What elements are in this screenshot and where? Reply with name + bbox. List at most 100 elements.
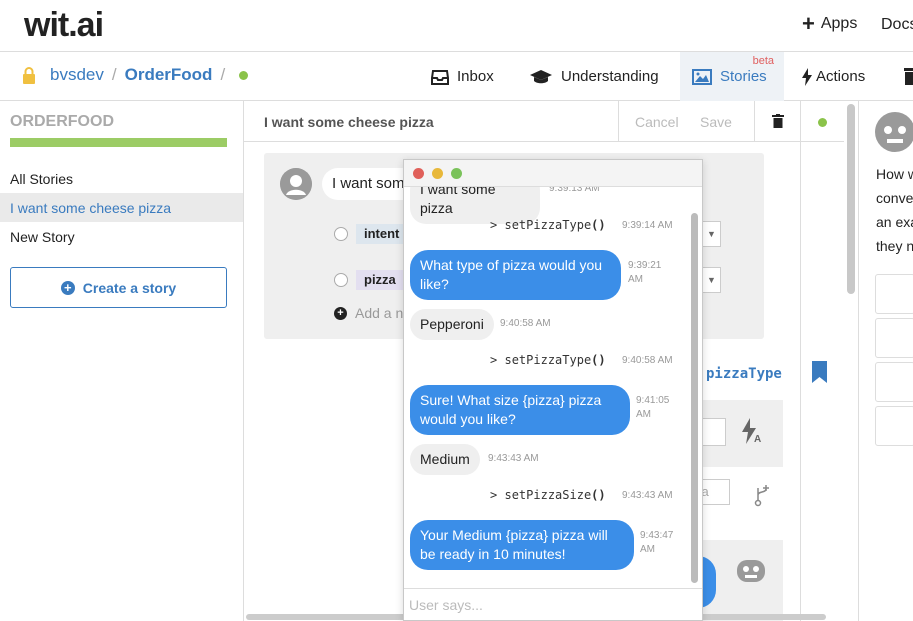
beta-badge: beta xyxy=(752,55,774,67)
entity-chip-intent[interactable]: intent xyxy=(356,224,408,244)
bolt-icon xyxy=(802,67,812,86)
minimize-window-icon[interactable] xyxy=(432,168,443,179)
help-text: How w conve an exa they n xyxy=(876,162,913,258)
cancel-button[interactable]: Cancel xyxy=(635,114,679,130)
maximize-window-icon[interactable] xyxy=(451,168,462,179)
user-avatar-icon xyxy=(280,168,312,200)
help-text-line: conve xyxy=(876,190,913,206)
action-name[interactable]: pizzaType xyxy=(706,366,782,382)
save-button[interactable]: Save xyxy=(700,114,732,130)
sidebar-title: ORDERFOOD xyxy=(10,113,114,130)
message-time: 9:40:58 AM xyxy=(500,318,551,329)
entity-radio[interactable] xyxy=(334,273,348,287)
trash-icon[interactable] xyxy=(904,68,913,85)
action-prefix: > xyxy=(490,218,498,232)
breadcrumb-app[interactable]: OrderFood xyxy=(125,65,213,85)
action-parens: () xyxy=(591,488,606,502)
bot-action: > setPizzaSize() xyxy=(490,488,606,502)
divider xyxy=(754,101,755,142)
graduation-cap-icon xyxy=(530,69,552,83)
apps-link[interactable]: + Apps xyxy=(802,11,858,36)
help-text-line: an exa xyxy=(876,214,913,230)
chat-scrollbar[interactable] xyxy=(691,213,698,583)
action-prefix: > xyxy=(490,353,498,367)
example-card[interactable] xyxy=(875,274,913,314)
chat-title-bar[interactable] xyxy=(404,160,702,187)
sidebar: ORDERFOOD All Stories I want some cheese… xyxy=(0,101,244,621)
action-function: setPizzaType xyxy=(504,218,592,232)
breadcrumb-separator: / xyxy=(220,65,226,84)
message-time: 9:43:43 AM xyxy=(622,490,673,501)
bot-message: Sure! What size {pizza} pizza would you … xyxy=(410,385,630,435)
example-card[interactable] xyxy=(875,406,913,446)
message-time: 9:39:14 AM xyxy=(622,220,673,231)
tab-stories-label: Stories xyxy=(720,68,767,85)
tab-inbox[interactable]: Inbox xyxy=(431,52,494,101)
example-card[interactable] xyxy=(875,362,913,402)
status-dot xyxy=(818,118,827,127)
entity-value-dropdown[interactable]: ▼ xyxy=(703,221,721,247)
close-window-icon[interactable] xyxy=(413,168,424,179)
apps-label: Apps xyxy=(820,15,858,32)
message-time: 9:39:21 AM xyxy=(628,260,662,285)
branch-icon[interactable] xyxy=(754,485,770,507)
delete-story-icon[interactable] xyxy=(772,114,784,128)
bot-message: Your Medium {pizza} pizza will be ready … xyxy=(410,520,634,570)
svg-text:A: A xyxy=(754,434,761,444)
action-function: setPizzaSize xyxy=(504,488,592,502)
action-prefix: > xyxy=(490,488,498,502)
bot-avatar-icon xyxy=(737,560,765,582)
action-function: setPizzaType xyxy=(504,353,592,367)
breadcrumb: bvsdev / OrderFood / xyxy=(22,65,249,85)
action-parens: () xyxy=(591,353,606,367)
sidebar-item-all-stories[interactable]: All Stories xyxy=(10,171,73,187)
status-dot xyxy=(239,70,249,80)
tab-stories[interactable]: Stories beta xyxy=(680,52,784,101)
create-story-button[interactable]: + Create a story xyxy=(10,267,227,308)
tab-actions-label: Actions xyxy=(816,68,866,85)
example-card[interactable] xyxy=(875,318,913,358)
inbox-icon xyxy=(431,69,449,85)
wit-logo[interactable]: wit.ai xyxy=(24,6,104,45)
top-bar: wit.ai + Apps Docs xyxy=(0,0,913,52)
app-nav-bar: bvsdev / OrderFood / Inbox Understanding… xyxy=(0,52,913,101)
lock-icon xyxy=(23,66,35,84)
sidebar-progress-bar xyxy=(10,138,227,147)
entity-value-dropdown[interactable]: ▼ xyxy=(703,267,721,293)
divider xyxy=(858,101,859,621)
entity-chip-pizza[interactable]: pizza xyxy=(356,270,404,290)
user-message: Medium xyxy=(410,444,480,475)
bot-message: What type of pizza would you like? xyxy=(410,250,621,300)
main-scrollbar[interactable] xyxy=(847,104,855,294)
user-message: Pepperoni xyxy=(410,309,494,340)
message-time: 9:43:43 AM xyxy=(488,453,539,464)
bot-action: > setPizzaType() xyxy=(490,353,606,367)
divider xyxy=(618,101,619,142)
plus-circle-icon: + xyxy=(60,280,75,295)
divider xyxy=(800,101,801,621)
breadcrumb-separator: / xyxy=(111,65,117,84)
create-story-label: Create a story xyxy=(82,279,177,296)
bookmark-icon[interactable] xyxy=(812,361,827,383)
tab-understanding-label: Understanding xyxy=(561,68,659,85)
tab-actions[interactable]: Actions xyxy=(802,52,865,101)
message-time: 9:43:47 AM xyxy=(640,530,674,555)
tab-understanding[interactable]: Understanding xyxy=(529,52,659,101)
bot-action: > setPizzaType() xyxy=(490,218,606,232)
plus-icon: + xyxy=(802,11,815,36)
sidebar-item-new-story[interactable]: New Story xyxy=(10,229,75,245)
image-icon xyxy=(692,68,712,85)
user-says-input[interactable]: User says... xyxy=(404,588,702,620)
story-title: I want some cheese pizza xyxy=(264,114,434,130)
message-time: 9:41:05 AM xyxy=(636,395,670,420)
help-text-line: How w xyxy=(876,166,913,182)
chat-window: I want some pizza 9:39:13 AM > setPizzaT… xyxy=(403,159,703,621)
entity-radio[interactable] xyxy=(334,227,348,241)
help-text-line: they n xyxy=(876,238,913,254)
bolt-a-icon[interactable]: A xyxy=(740,418,762,444)
docs-link[interactable]: Docs xyxy=(881,16,913,34)
breadcrumb-user[interactable]: bvsdev xyxy=(50,65,104,85)
sidebar-item-story[interactable]: I want some cheese pizza xyxy=(0,193,243,222)
bot-avatar-icon xyxy=(875,112,913,152)
message-time: 9:40:58 AM xyxy=(622,355,673,366)
